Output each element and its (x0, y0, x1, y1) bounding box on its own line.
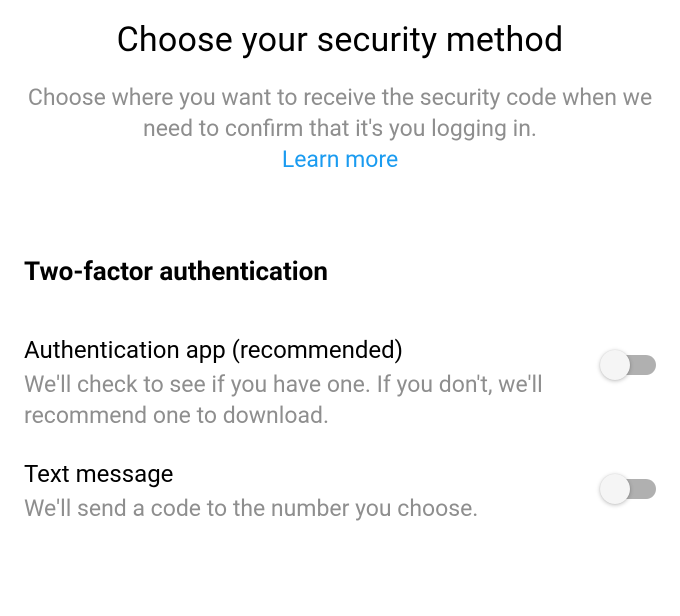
page-subtitle: Choose where you want to receive the sec… (20, 82, 660, 175)
toggle-knob-icon (600, 350, 630, 380)
option-auth-app: Authentication app (recommended) We'll c… (20, 335, 660, 431)
toggle-knob-icon (600, 474, 630, 504)
learn-more-link[interactable]: Learn more (282, 144, 398, 175)
subtitle-text: Choose where you want to receive the sec… (28, 84, 652, 142)
option-auth-app-text: Authentication app (recommended) We'll c… (24, 335, 604, 431)
option-auth-app-desc: We'll check to see if you have one. If y… (24, 370, 580, 431)
text-message-toggle[interactable] (604, 479, 656, 499)
page-title: Choose your security method (20, 20, 660, 60)
auth-app-toggle[interactable] (604, 355, 656, 375)
page-header: Choose your security method Choose where… (20, 20, 660, 175)
section-title: Two-factor authentication (20, 257, 660, 287)
option-text-message-desc: We'll send a code to the number you choo… (24, 494, 580, 524)
option-auth-app-title: Authentication app (recommended) (24, 335, 580, 366)
option-text-message: Text message We'll send a code to the nu… (20, 459, 660, 525)
option-text-message-text: Text message We'll send a code to the nu… (24, 459, 604, 525)
option-text-message-title: Text message (24, 459, 580, 490)
